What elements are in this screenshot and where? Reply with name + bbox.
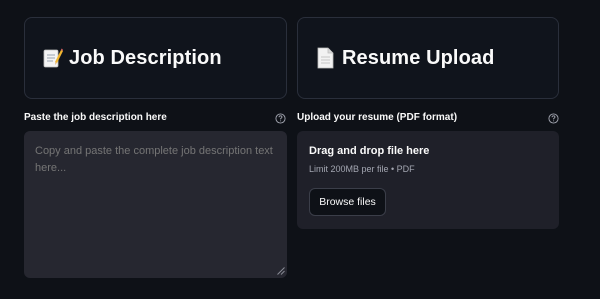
dropzone-title: Drag and drop file here [309,145,430,157]
document-icon [317,47,334,69]
file-dropzone[interactable]: Drag and drop file here Limit 200MB per … [297,131,559,229]
job-description-title-row: Job Description [43,47,222,70]
browse-files-button[interactable]: Browse files [309,188,386,216]
job-description-header-card: Job Description [24,17,287,99]
resume-upload-title: Resume Upload [342,46,495,69]
resize-handle-icon[interactable] [277,267,285,275]
resume-upload-header-card: Resume Upload [297,17,559,99]
help-icon[interactable] [275,113,286,124]
resume-upload-title-row: Resume Upload [316,47,494,70]
app-page: Job Description Resume Upload Paste the … [0,0,600,299]
resume-upload-label: Upload your resume (PDF format) [297,112,458,123]
job-description-label: Paste the job description here [24,112,167,123]
help-icon[interactable] [548,113,559,124]
job-description-title: Job Description [69,46,222,69]
dropzone-limit-text: Limit 200MB per file • PDF [309,164,415,174]
job-description-textarea[interactable] [24,131,287,278]
memo-icon [43,48,63,68]
